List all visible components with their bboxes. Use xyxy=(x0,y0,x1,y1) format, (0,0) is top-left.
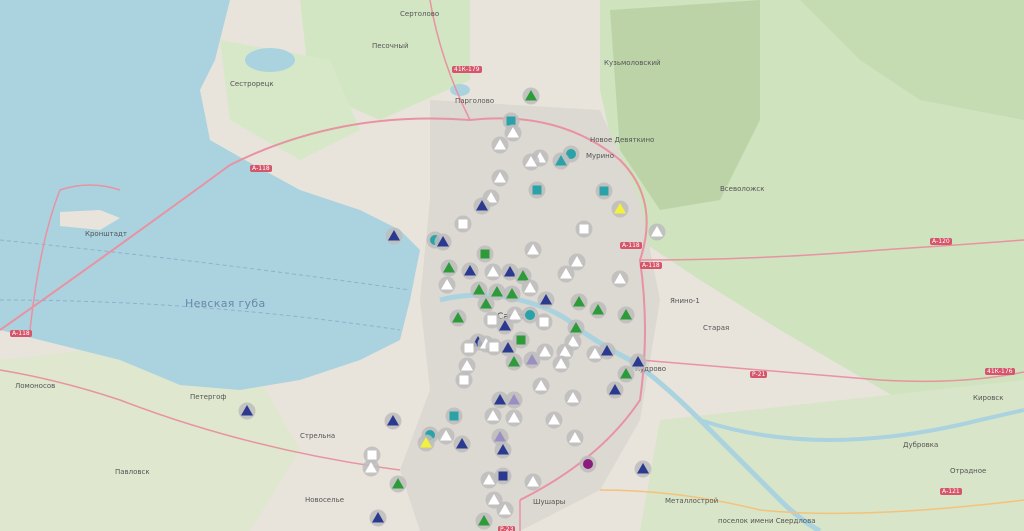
marker-symbol xyxy=(480,249,490,259)
map-marker-triangle[interactable] xyxy=(496,501,514,519)
map-marker-square[interactable] xyxy=(535,313,553,331)
map-marker-triangle[interactable] xyxy=(417,434,435,452)
map-marker-triangle[interactable] xyxy=(564,389,582,407)
map-marker-triangle[interactable] xyxy=(494,441,512,459)
map-marker-triangle[interactable] xyxy=(449,309,467,327)
map-marker-triangle[interactable] xyxy=(362,459,380,477)
road-shield: Р-23 xyxy=(498,526,516,531)
map-marker-square[interactable] xyxy=(445,407,463,425)
road-shield: Р-21 xyxy=(750,371,768,378)
map-marker-triangle[interactable] xyxy=(434,233,452,251)
map-marker-triangle[interactable] xyxy=(552,152,570,170)
map-marker-triangle[interactable] xyxy=(438,276,456,294)
marker-symbol xyxy=(449,411,459,421)
map-marker-triangle[interactable] xyxy=(611,200,629,218)
marker-symbol xyxy=(539,317,549,327)
map-marker-square[interactable] xyxy=(528,181,546,199)
map-marker-triangle[interactable] xyxy=(440,259,458,277)
marker-symbol xyxy=(464,343,474,353)
marker-symbol xyxy=(459,375,469,385)
map-marker-triangle[interactable] xyxy=(545,411,563,429)
map-marker-triangle[interactable] xyxy=(369,509,387,527)
road-shield: 41К-176 xyxy=(985,368,1015,375)
map-marker-square[interactable] xyxy=(454,215,472,233)
map-marker-triangle[interactable] xyxy=(453,435,471,453)
road-shield: А-118 xyxy=(10,330,32,337)
map-marker-triangle[interactable] xyxy=(524,473,542,491)
map-marker-triangle[interactable] xyxy=(505,409,523,427)
map-marker-triangle[interactable] xyxy=(480,471,498,489)
map-marker-triangle[interactable] xyxy=(385,227,403,245)
map-marker-triangle[interactable] xyxy=(484,263,502,281)
map-marker-triangle[interactable] xyxy=(648,223,666,241)
marker-symbol xyxy=(498,471,508,481)
marker-symbol xyxy=(516,335,526,345)
map-marker-triangle[interactable] xyxy=(504,124,522,142)
map-marker-triangle[interactable] xyxy=(384,412,402,430)
map-marker-square[interactable] xyxy=(575,220,593,238)
map-marker-square[interactable] xyxy=(595,182,613,200)
map-marker-triangle[interactable] xyxy=(389,475,407,493)
map-marker-triangle[interactable] xyxy=(505,353,523,371)
map-marker-triangle[interactable] xyxy=(475,512,493,530)
marker-symbol xyxy=(458,219,468,229)
map-marker-triangle[interactable] xyxy=(522,153,540,171)
map-marker-triangle[interactable] xyxy=(522,87,540,105)
map-marker-triangle[interactable] xyxy=(532,377,550,395)
map-marker-square[interactable] xyxy=(476,245,494,263)
road-shield: А-120 xyxy=(930,238,952,245)
marker-symbol xyxy=(583,459,593,469)
map-marker-triangle[interactable] xyxy=(484,407,502,425)
marker-symbol xyxy=(532,185,542,195)
road-shield: 41К-179 xyxy=(452,66,482,73)
map-marker-triangle[interactable] xyxy=(505,391,523,409)
map-marker-triangle[interactable] xyxy=(617,306,635,324)
map-marker-triangle[interactable] xyxy=(552,355,570,373)
map-marker-square[interactable] xyxy=(455,371,473,389)
marker-symbol xyxy=(599,186,609,196)
map-marker-triangle[interactable] xyxy=(473,197,491,215)
map-view[interactable]: Невская губа Сертолово Песочный Парголово Ку… xyxy=(0,0,1024,531)
map-marker-triangle[interactable] xyxy=(461,262,479,280)
map-marker-triangle[interactable] xyxy=(491,169,509,187)
map-marker-triangle[interactable] xyxy=(503,285,521,303)
marker-symbol xyxy=(579,224,589,234)
map-marker-triangle[interactable] xyxy=(238,402,256,420)
map-marker-triangle[interactable] xyxy=(570,293,588,311)
map-marker-triangle[interactable] xyxy=(537,291,555,309)
marker-symbol xyxy=(525,310,535,320)
map-marker-circle[interactable] xyxy=(579,455,597,473)
map-marker-triangle[interactable] xyxy=(598,342,616,360)
map-marker-triangle[interactable] xyxy=(589,301,607,319)
map-marker-triangle[interactable] xyxy=(524,241,542,259)
map-marker-square[interactable] xyxy=(460,339,478,357)
map-marker-triangle[interactable] xyxy=(611,270,629,288)
map-marker-triangle[interactable] xyxy=(523,351,541,369)
road-shield: А-118 xyxy=(620,242,642,249)
road-shield: А-118 xyxy=(640,262,662,269)
map-marker-triangle[interactable] xyxy=(566,429,584,447)
map-marker-triangle[interactable] xyxy=(606,381,624,399)
map-marker-triangle[interactable] xyxy=(557,265,575,283)
marker-symbol xyxy=(489,342,499,352)
road-shield: А-121 xyxy=(940,488,962,495)
map-marker-triangle[interactable] xyxy=(634,460,652,478)
road-shield: А-118 xyxy=(250,165,272,172)
